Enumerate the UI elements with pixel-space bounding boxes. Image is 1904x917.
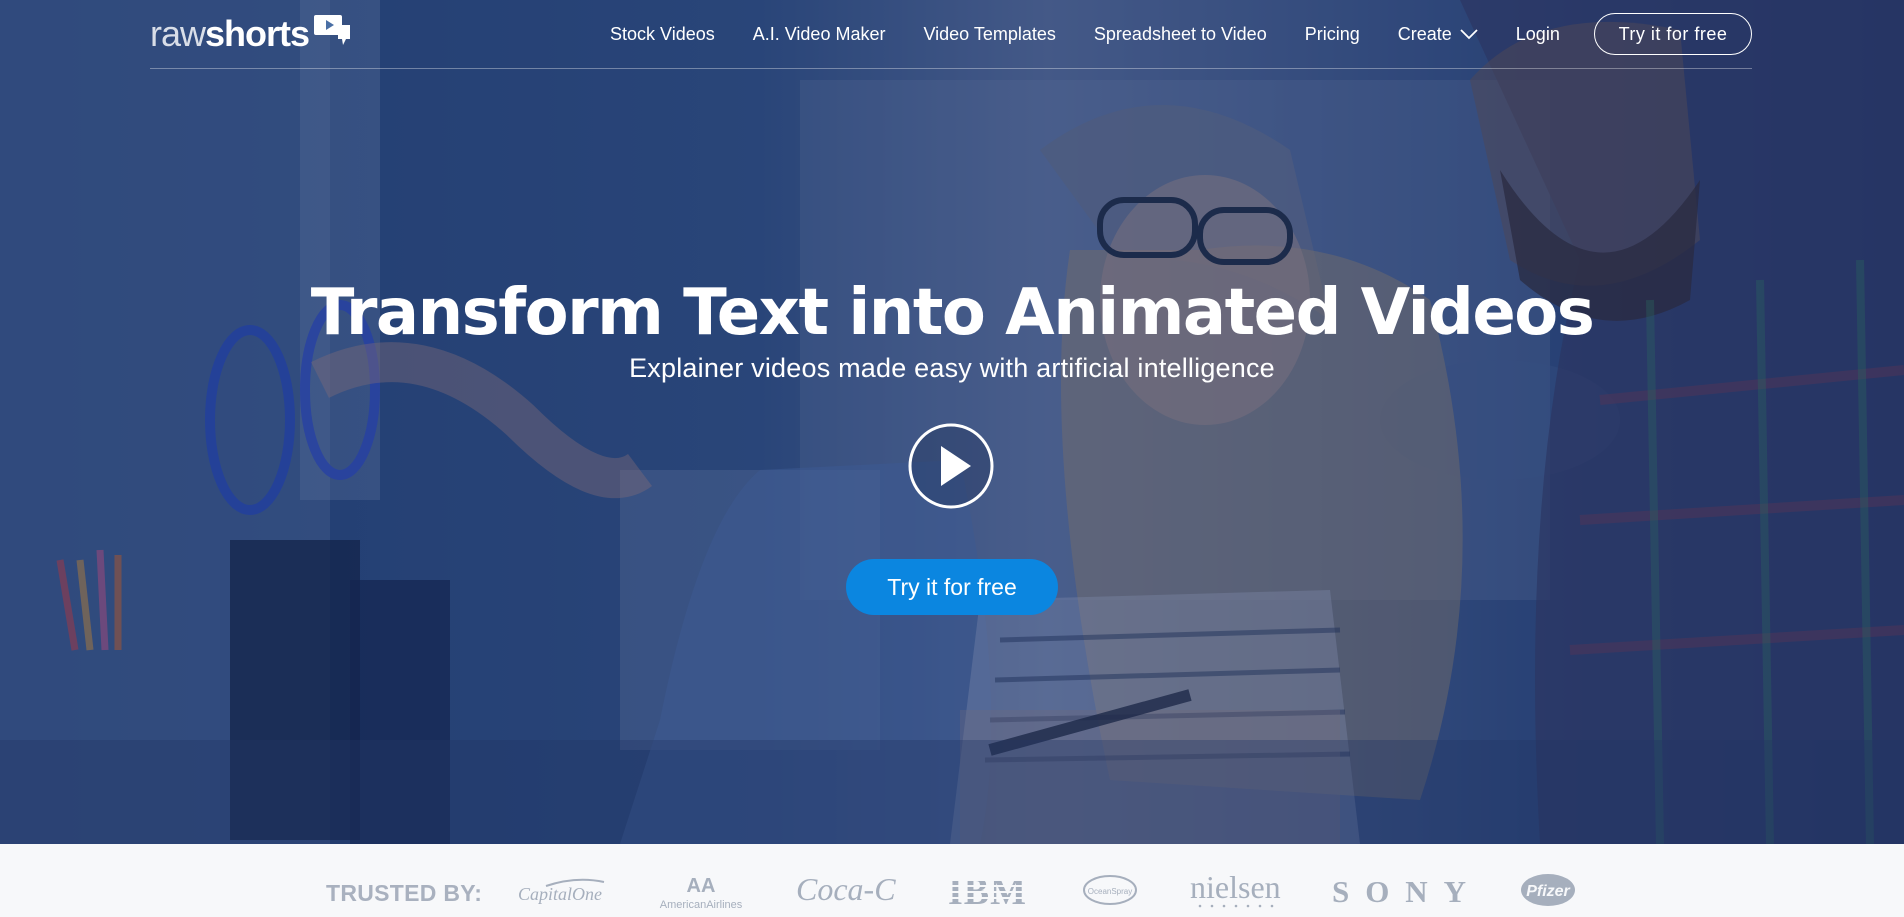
hero-headline: Transform Text into Animated Videos xyxy=(310,276,1595,350)
nav-try-free-button[interactable]: Try it for free xyxy=(1594,13,1752,55)
american-airlines-logo: AA AmericanAirlines xyxy=(656,872,746,912)
top-navigation: raw shorts Stock Videos A.I. Video Maker… xyxy=(150,0,1752,69)
ibm-logo: IBM xyxy=(948,871,1028,913)
hero-subheadline: Explainer videos made easy with artifici… xyxy=(629,353,1275,383)
nav-link-pricing[interactable]: Pricing xyxy=(1305,24,1360,45)
nielsen-text: nielsen xyxy=(1190,870,1281,905)
nav-create-label: Create xyxy=(1397,23,1452,44)
ibm-text: IBM xyxy=(948,872,1026,908)
sony-text: SONY xyxy=(1332,874,1466,906)
nielsen-logo: nielsen xyxy=(1190,869,1282,910)
pfizer-logo: Pfizer xyxy=(1520,872,1576,908)
capital-one-logo: CapitalOne xyxy=(516,874,606,908)
trusted-by-label: TRUSTED BY: xyxy=(326,880,483,906)
nav-link-login[interactable]: Login xyxy=(1516,24,1560,45)
ocean-spray-text: OceanSpray xyxy=(1088,887,1132,896)
chevron-down-icon xyxy=(1460,28,1478,39)
nav-links: Stock Videos A.I. Video Maker Video Temp… xyxy=(610,20,1598,48)
pfizer-text: Pfizer xyxy=(1526,883,1570,900)
nav-link-video-templates[interactable]: Video Templates xyxy=(923,24,1055,45)
play-circle-icon[interactable] xyxy=(908,423,994,509)
american-airlines-text: AmericanAirlines xyxy=(660,899,743,911)
rawshorts-logo[interactable]: raw shorts xyxy=(150,13,352,54)
hero-section: raw shorts Stock Videos A.I. Video Maker… xyxy=(0,0,1904,844)
logo-text-shorts: shorts xyxy=(205,13,310,54)
logo-text-raw: raw xyxy=(150,13,206,54)
capital-one-text: CapitalOne xyxy=(518,884,602,904)
hero-overlay xyxy=(0,0,1904,844)
ocean-spray-logo: OceanSpray xyxy=(1082,874,1138,906)
speech-bubble-play-icon xyxy=(314,15,351,45)
svg-text:AA: AA xyxy=(687,875,716,897)
hero-try-free-button[interactable]: Try it for free xyxy=(846,559,1058,615)
coca-cola-text: Coca-Cola xyxy=(796,871,896,907)
nav-link-stock-videos[interactable]: Stock Videos xyxy=(610,24,715,45)
nav-create-dropdown[interactable]: Create xyxy=(1398,24,1478,45)
coca-cola-logo: Coca-Cola xyxy=(796,870,936,910)
nav-link-spreadsheet-to-video[interactable]: Spreadsheet to Video xyxy=(1094,24,1267,45)
sony-logo: SONY xyxy=(1332,874,1468,909)
nav-link-ai-video-maker[interactable]: A.I. Video Maker xyxy=(753,24,886,45)
trusted-by-bar: TRUSTED BY: CapitalOne AA AmericanAirlin… xyxy=(0,844,1904,913)
